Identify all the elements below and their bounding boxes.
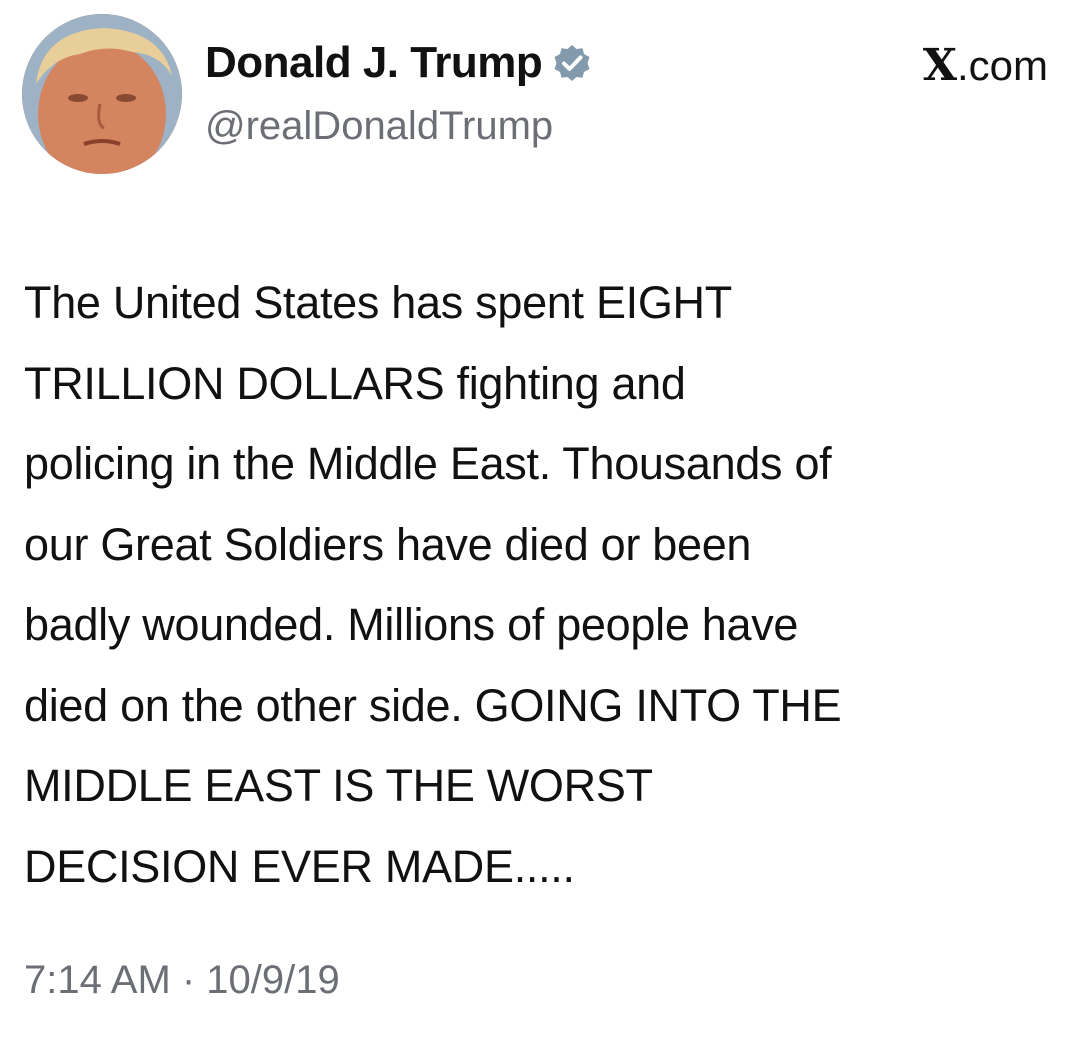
author-display-name[interactable]: Donald J. Trump [205,38,543,88]
tweet-timestamp[interactable]: 7:14 AM · 10/9/19 [24,958,340,1003]
tweet-body-line: died on the other side. GOING INTO THE [24,679,842,731]
author-handle[interactable]: @realDonaldTrump [205,104,553,149]
tweet-body: The United States has spent EIGHT TRILLI… [24,263,1064,907]
tweet-body-line: MIDDLE EAST IS THE WORST [24,760,653,811]
tweet-body-line: badly wounded. Millions of people have [24,599,799,650]
source-domain-suffix: .com [956,42,1048,89]
tweet-body-line: TRILLION DOLLARS fighting and [24,357,686,409]
tweet-body-line: policing in the Middle East. Thousands o… [24,438,832,489]
tweet-body-line: The United States has spent EIGHT [24,277,732,328]
source-label: X.com [923,40,1048,91]
avatar-portrait-icon [22,14,182,174]
tweet-card: Donald J. Trump @realDonaldTrump X.com T… [0,0,1080,1052]
x-logo-icon: X [922,40,957,91]
tweet-body-line: DECISION EVER MADE..... [24,840,575,892]
author-name-row: Donald J. Trump [205,38,592,88]
tweet-body-line: our Great Soldiers have died or been [24,518,752,570]
author-avatar[interactable] [22,14,182,174]
verified-badge-icon [552,43,592,83]
